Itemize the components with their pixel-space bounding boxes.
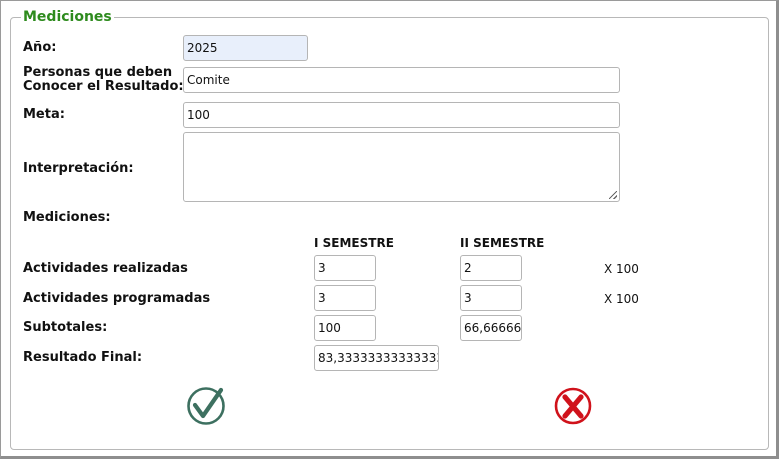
resize-grip-icon[interactable]	[609, 191, 617, 199]
subtotales-label: Subtotales:	[23, 320, 108, 335]
interpretacion-label: Interpretación:	[23, 161, 134, 176]
accept-button[interactable]	[186, 386, 226, 426]
programadas-s1-field[interactable]: 3	[314, 285, 376, 311]
programadas-label: Actividades programadas	[23, 291, 211, 306]
resultado-label: Resultado Final:	[23, 350, 143, 365]
meta-label: Meta:	[23, 107, 65, 122]
x-circle-icon	[554, 387, 592, 425]
realizadas-label: Actividades realizadas	[23, 261, 188, 276]
programadas-multiplier: X 100	[604, 292, 639, 306]
col-header-i-semestre: I SEMESTRE	[314, 236, 394, 250]
cancel-button[interactable]	[553, 386, 593, 426]
programadas-s2-field[interactable]: 3	[460, 285, 522, 311]
interpretacion-text	[184, 133, 619, 139]
meta-field[interactable]: 100	[183, 102, 620, 128]
realizadas-s1-field[interactable]: 3	[314, 255, 376, 281]
check-circle-icon	[187, 387, 225, 425]
fieldset-legend: Mediciones	[21, 9, 114, 25]
subtotal-s2-field[interactable]: 66,666666666667	[460, 315, 522, 341]
personas-label: Personas que deben Conocer el Resultado:	[23, 66, 184, 94]
personas-label-line2: Conocer el Resultado:	[23, 79, 184, 94]
realizadas-multiplier: X 100	[604, 262, 639, 276]
subtotal-s1-field[interactable]: 100	[314, 315, 376, 341]
anio-field[interactable]: 2025	[183, 35, 308, 61]
personas-label-line1: Personas que deben	[23, 65, 173, 80]
mediciones-label: Mediciones:	[23, 210, 111, 225]
realizadas-s2-field[interactable]: 2	[460, 255, 522, 281]
interpretacion-textarea[interactable]	[183, 132, 620, 202]
anio-label: Año:	[23, 40, 57, 55]
personas-field[interactable]: Comite	[183, 67, 620, 93]
resultado-field[interactable]: 83,333333333333333	[314, 345, 439, 371]
col-header-ii-semestre: II SEMESTRE	[460, 236, 545, 250]
